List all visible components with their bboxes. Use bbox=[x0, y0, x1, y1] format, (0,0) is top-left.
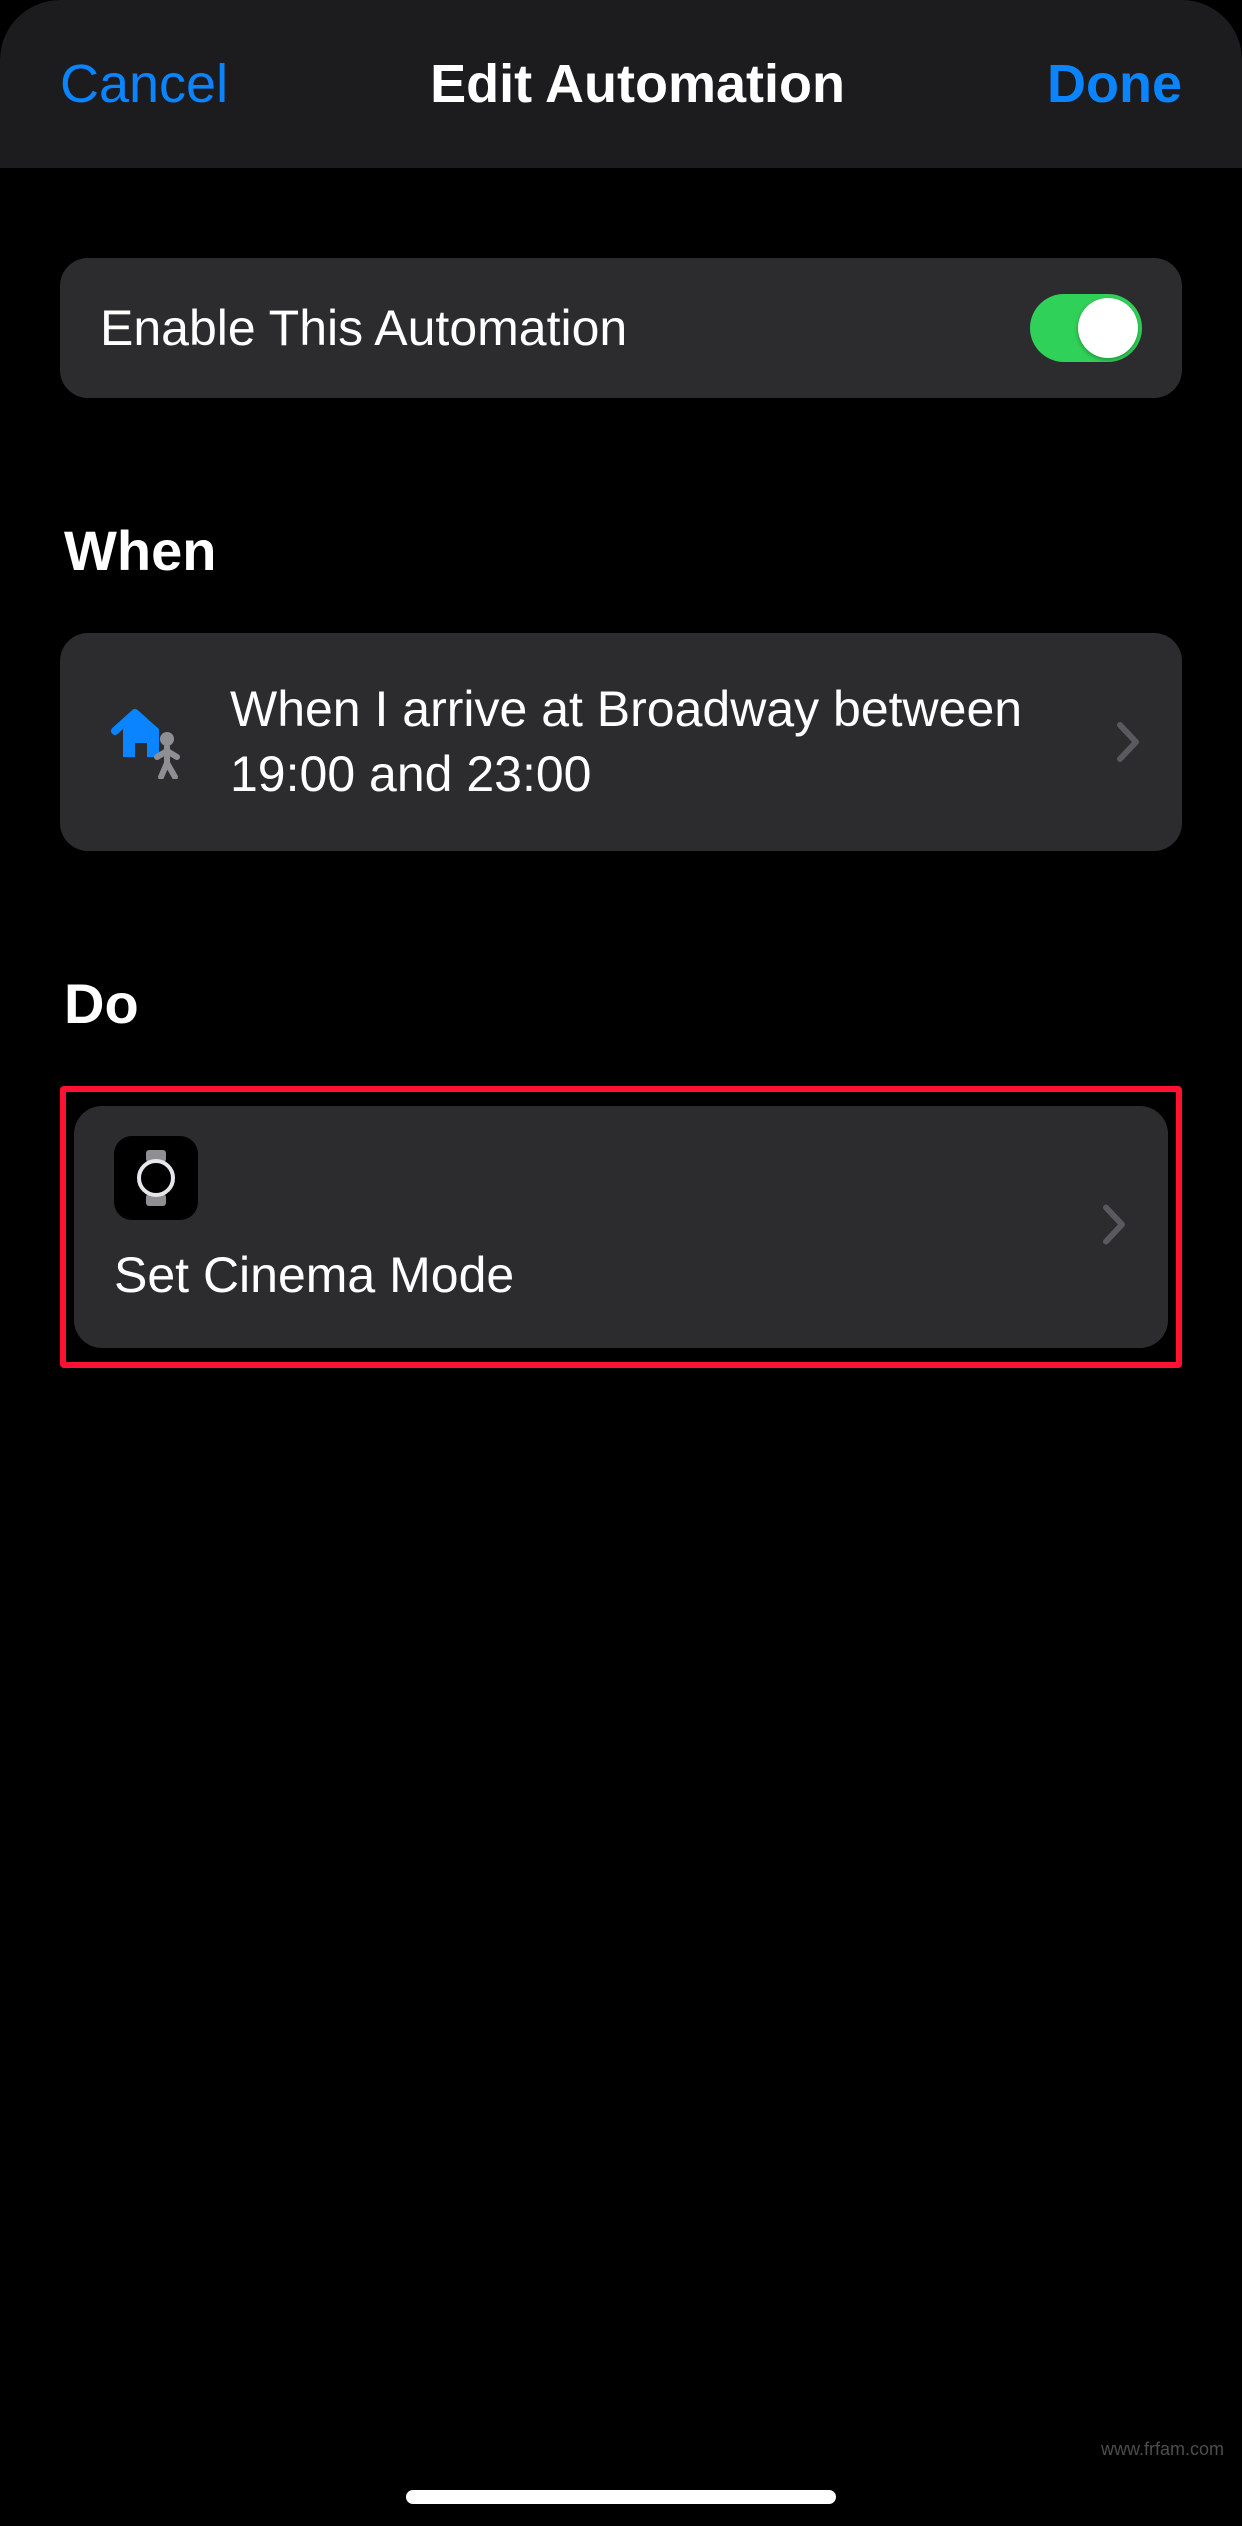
do-header: Do bbox=[64, 971, 1182, 1036]
toggle-knob bbox=[1078, 298, 1138, 358]
when-text: When I arrive at Broadway between 19:00 … bbox=[230, 677, 1096, 807]
enable-label: Enable This Automation bbox=[100, 296, 1030, 361]
watermark: www.frfam.com bbox=[1101, 2439, 1224, 2460]
when-header: When bbox=[64, 518, 1182, 583]
when-row[interactable]: When I arrive at Broadway between 19:00 … bbox=[60, 633, 1182, 851]
enable-cell[interactable]: Enable This Automation bbox=[60, 258, 1182, 398]
page-title: Edit Automation bbox=[430, 53, 845, 115]
do-title: Set Cinema Mode bbox=[114, 1246, 1128, 1304]
cancel-button[interactable]: Cancel bbox=[60, 53, 228, 115]
home-indicator[interactable] bbox=[406, 2490, 836, 2504]
navbar: Cancel Edit Automation Done bbox=[0, 0, 1242, 168]
enable-toggle[interactable] bbox=[1030, 294, 1142, 362]
chevron-right-icon bbox=[1116, 721, 1142, 763]
screen: Cancel Edit Automation Done Enable This … bbox=[0, 0, 1242, 2526]
done-button[interactable]: Done bbox=[1047, 53, 1182, 115]
chevron-right-icon bbox=[1102, 1204, 1128, 1251]
do-highlight: Set Cinema Mode bbox=[60, 1086, 1182, 1368]
do-row[interactable]: Set Cinema Mode bbox=[74, 1106, 1168, 1348]
watch-icon bbox=[114, 1136, 198, 1220]
enable-group: Enable This Automation bbox=[60, 258, 1182, 398]
arrive-home-icon bbox=[100, 705, 200, 779]
content: Enable This Automation When When I arriv… bbox=[0, 258, 1242, 1368]
